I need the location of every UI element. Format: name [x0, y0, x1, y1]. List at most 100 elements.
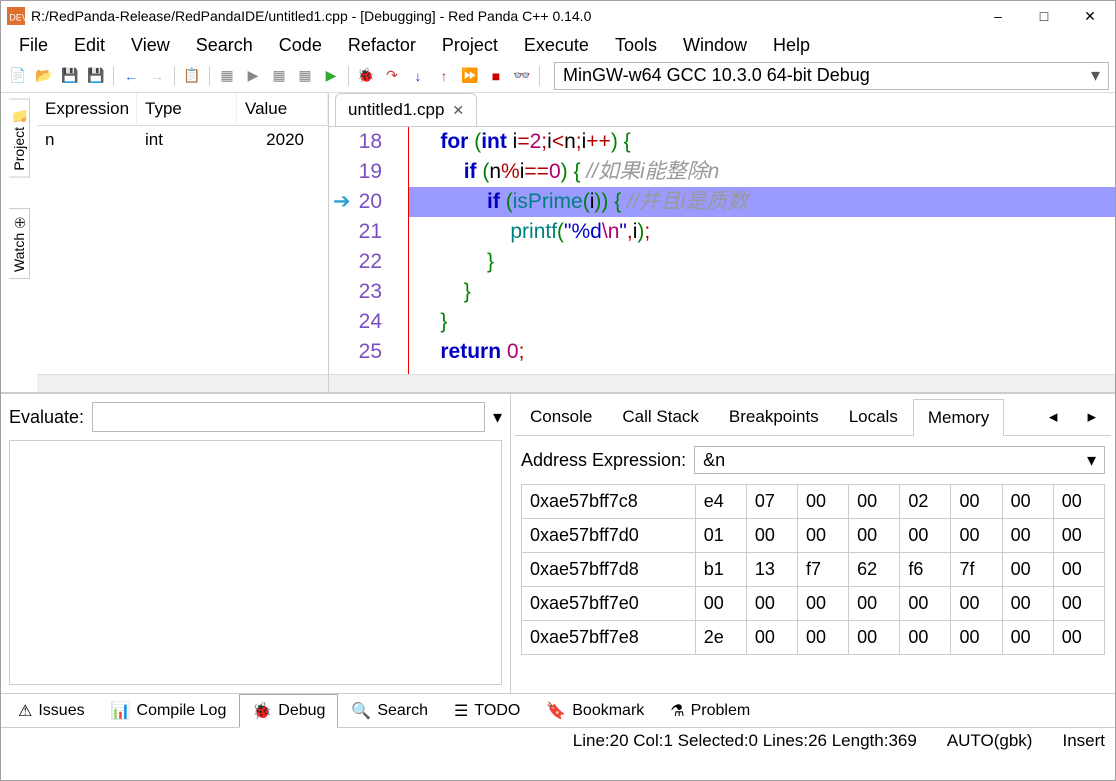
back-icon[interactable]: ←: [120, 65, 142, 87]
btab-search[interactable]: 🔍 Search: [338, 694, 441, 728]
tab-breakpoints[interactable]: Breakpoints: [714, 398, 834, 435]
memory-row[interactable]: 0xae57bff7c8e407000002000000: [522, 485, 1105, 519]
evaluate-output: [9, 440, 502, 685]
memory-byte: 00: [1053, 519, 1104, 553]
menu-file[interactable]: File: [11, 33, 56, 58]
watch-col-value[interactable]: Value: [237, 93, 328, 125]
btab-bookmark[interactable]: 🔖 Bookmark: [533, 694, 657, 728]
menu-project[interactable]: Project: [434, 33, 506, 58]
memory-byte: 00: [900, 587, 951, 621]
code-lines[interactable]: for (int i=2;i<n;i++) { if (n%i==0) { //…: [409, 127, 1115, 374]
tab-nav-right-icon[interactable]: ▸: [1072, 398, 1111, 435]
btab-problem[interactable]: ⚗ Problem: [657, 694, 763, 728]
memory-byte: 00: [1002, 587, 1053, 621]
check-icon[interactable]: 📋: [181, 65, 203, 87]
minimize-button[interactable]: –: [975, 1, 1021, 31]
watch-value: 2020: [237, 126, 328, 154]
compiler-label: MinGW-w64 GCC 10.3.0 64-bit Debug: [563, 65, 870, 86]
watch-row[interactable]: n int 2020: [37, 126, 328, 154]
watch-expr: n: [37, 126, 137, 154]
run-icon[interactable]: ▶: [242, 65, 264, 87]
evaluate-label: Evaluate:: [9, 407, 84, 428]
memory-byte: 00: [849, 587, 900, 621]
dropdown-icon[interactable]: ▾: [493, 407, 502, 428]
step-into-icon[interactable]: ↓: [407, 65, 429, 87]
bug-icon[interactable]: 🐞: [355, 65, 377, 87]
tab-locals[interactable]: Locals: [834, 398, 913, 435]
code-editor[interactable]: 18 19 20 21 22 23 24 25 for (int i=2;i<n…: [329, 127, 1115, 374]
side-tab-project[interactable]: Project 📁: [9, 99, 30, 178]
btab-debug[interactable]: 🐞 Debug: [239, 694, 338, 728]
memory-row[interactable]: 0xae57bff7d00100000000000000: [522, 519, 1105, 553]
close-button[interactable]: ✕: [1067, 1, 1113, 31]
compile-icon[interactable]: ▦: [216, 65, 238, 87]
memory-byte: f7: [798, 553, 849, 587]
menu-execute[interactable]: Execute: [516, 33, 597, 58]
memory-byte: b1: [695, 553, 746, 587]
editor-tab[interactable]: untitled1.cpp ✕: [335, 93, 477, 126]
evaluate-input[interactable]: [92, 402, 485, 432]
maximize-button[interactable]: □: [1021, 1, 1067, 31]
menu-refactor[interactable]: Refactor: [340, 33, 424, 58]
open-icon[interactable]: 📂: [33, 65, 55, 87]
tab-filename: untitled1.cpp: [348, 100, 444, 120]
menu-tools[interactable]: Tools: [607, 33, 665, 58]
btab-compile-log[interactable]: 📊 Compile Log: [98, 694, 240, 728]
compile-run-icon[interactable]: ▦: [268, 65, 290, 87]
compiler-select[interactable]: MinGW-w64 GCC 10.3.0 64-bit Debug ▾: [554, 62, 1109, 90]
svg-text:DEV: DEV: [9, 13, 25, 23]
save-all-icon[interactable]: 💾: [85, 65, 107, 87]
save-icon[interactable]: 💾: [59, 65, 81, 87]
status-encoding: AUTO(gbk): [947, 731, 1033, 751]
debug-icon[interactable]: ▶: [320, 65, 342, 87]
watch-header: Expression Type Value: [37, 93, 328, 126]
btab-issues[interactable]: ⚠ Issues: [5, 694, 98, 728]
memory-byte: 00: [951, 621, 1002, 655]
stop-icon[interactable]: ■: [485, 65, 507, 87]
menu-code[interactable]: Code: [271, 33, 330, 58]
memory-byte: 2e: [695, 621, 746, 655]
memory-byte: 00: [798, 485, 849, 519]
new-file-icon[interactable]: 📄: [7, 65, 29, 87]
memory-table: 0xae57bff7c8e4070000020000000xae57bff7d0…: [521, 484, 1105, 655]
watch-col-expression[interactable]: Expression: [37, 93, 137, 125]
continue-icon[interactable]: ⏩: [459, 65, 481, 87]
evaluate-panel: Evaluate: ▾: [1, 394, 511, 693]
btab-todo[interactable]: ☰ TODO: [441, 694, 533, 728]
memory-byte: 07: [746, 485, 797, 519]
memory-byte: 00: [900, 621, 951, 655]
editor-scrollbar[interactable]: [329, 374, 1115, 392]
watch-col-type[interactable]: Type: [137, 93, 237, 125]
memory-address: 0xae57bff7d0: [522, 519, 696, 553]
memory-row[interactable]: 0xae57bff7e00000000000000000: [522, 587, 1105, 621]
menu-view[interactable]: View: [123, 33, 178, 58]
tab-nav-left-icon[interactable]: ◂: [1034, 398, 1073, 435]
menu-help[interactable]: Help: [765, 33, 818, 58]
memory-row[interactable]: 0xae57bff7d8b113f762f67f0000: [522, 553, 1105, 587]
memory-byte: 62: [849, 553, 900, 587]
tab-console[interactable]: Console: [515, 398, 607, 435]
menu-search[interactable]: Search: [188, 33, 261, 58]
menu-edit[interactable]: Edit: [66, 33, 113, 58]
memory-byte: 00: [1053, 587, 1104, 621]
address-input[interactable]: &n ▾: [694, 446, 1105, 474]
memory-row[interactable]: 0xae57bff7e82e00000000000000: [522, 621, 1105, 655]
step-over-icon[interactable]: ↷: [381, 65, 403, 87]
memory-byte: 00: [951, 485, 1002, 519]
watch-scrollbar[interactable]: [37, 374, 328, 392]
memory-byte: 00: [849, 485, 900, 519]
title-bar: DEV R:/RedPanda-Release/RedPandaIDE/unti…: [1, 1, 1115, 31]
tab-close-icon[interactable]: ✕: [452, 102, 464, 119]
menu-window[interactable]: Window: [675, 33, 755, 58]
forward-icon[interactable]: →: [146, 65, 168, 87]
memory-byte: 00: [695, 587, 746, 621]
tab-memory[interactable]: Memory: [913, 399, 1004, 436]
glasses-icon[interactable]: 👓: [511, 65, 533, 87]
memory-byte: 00: [1002, 519, 1053, 553]
tab-callstack[interactable]: Call Stack: [607, 398, 714, 435]
step-out-icon[interactable]: ↑: [433, 65, 455, 87]
rebuild-icon[interactable]: ▦: [294, 65, 316, 87]
side-tab-strip: Project 📁 Watch 🕀: [1, 93, 37, 392]
side-tab-watch[interactable]: Watch 🕀: [9, 208, 30, 279]
debug-tab-bar: Console Call Stack Breakpoints Locals Me…: [515, 398, 1111, 436]
